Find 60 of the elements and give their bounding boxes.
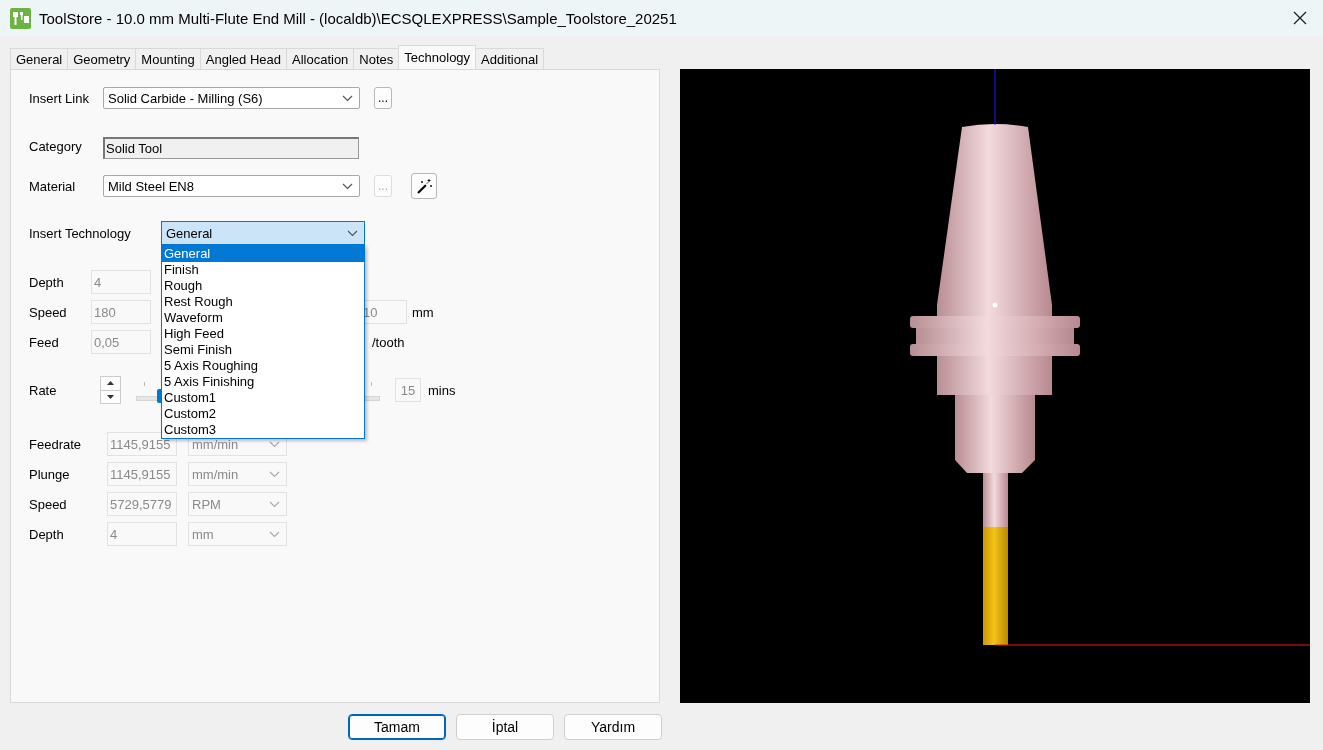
chevron-icon (269, 470, 280, 478)
material-dropdown[interactable]: Mild Steel EN8 (103, 175, 360, 197)
dropdown-option[interactable]: General (162, 246, 364, 262)
dialog-button[interactable]: Tamam (348, 714, 446, 740)
chevron-icon (347, 229, 358, 237)
browse-button[interactable]: ... (374, 87, 392, 109)
tab[interactable]: Mounting (135, 48, 201, 69)
dropdown-option[interactable]: Custom2 (162, 406, 364, 422)
dropdown-option[interactable]: High Feed (162, 326, 364, 342)
field-label: Feed (29, 334, 60, 350)
field-label: Insert Link (29, 90, 90, 106)
down-arrow-icon (107, 394, 114, 399)
dialog-button[interactable]: Yardım (564, 714, 662, 740)
dropdown-option[interactable]: 5 Axis Roughing (162, 358, 364, 374)
value-field: 4 (107, 522, 177, 546)
chevron-icon (342, 182, 353, 190)
axis-line (994, 69, 996, 126)
dropdown-option[interactable]: Rough (162, 278, 364, 294)
tab[interactable]: General (10, 48, 69, 69)
value-field: 180 (91, 300, 151, 324)
value-field: 1145,9155 (107, 462, 177, 486)
dropdown-option[interactable]: Custom1 (162, 390, 364, 406)
field-label: Rate (29, 382, 58, 398)
field-label: Category (29, 139, 83, 154)
magic-wand-icon (416, 178, 432, 194)
field-label: Speed (29, 304, 68, 320)
chevron-icon (269, 440, 280, 448)
window-title: ToolStore - 10.0 mm Multi-Flute End Mill - (localdb)\ECSQLEXPRESS\Sample_Toolstore_20251 (39, 9, 678, 27)
chevron-icon (269, 500, 280, 508)
tab[interactable]: Technology (398, 45, 477, 69)
field-label: Plunge (29, 466, 71, 482)
technology-dropdown[interactable]: General (161, 221, 365, 245)
value-field: 4 (91, 270, 151, 294)
unit-label: mm (412, 304, 434, 320)
unit-label: /tooth (372, 334, 405, 350)
field-label: Insert Technology (29, 225, 132, 241)
value-field: 0,05 (91, 330, 151, 354)
tab[interactable]: Additional (475, 48, 545, 69)
chevron-icon (342, 94, 353, 102)
field-label: Material (29, 178, 77, 194)
app-icon (10, 7, 31, 29)
dropdown-option[interactable]: Semi Finish (162, 342, 364, 358)
value-field: 5729,5779 (107, 492, 177, 516)
dialog-button[interactable]: İptal (456, 714, 554, 740)
field-label: Depth (29, 526, 65, 542)
tab[interactable]: Angled Head (199, 48, 287, 69)
unit-label: mins (428, 382, 456, 398)
dropdown-option[interactable]: Finish (162, 262, 364, 278)
field-label: Depth (29, 274, 65, 290)
chevron-icon (269, 530, 280, 538)
value-field: 15 (395, 378, 421, 402)
field-label: Speed (29, 496, 68, 512)
insert-link-dropdown[interactable]: Solid Carbide - Milling (S6) (103, 87, 360, 109)
close-icon[interactable] (1293, 11, 1307, 25)
tab[interactable]: Geometry (67, 48, 137, 69)
field-label: Feedrate (29, 436, 83, 452)
category-field: Solid Tool (103, 137, 359, 159)
dropdown-option[interactable]: 5 Axis Finishing (162, 374, 364, 390)
wand-button[interactable] (411, 173, 437, 199)
up-arrow-icon (107, 381, 114, 386)
